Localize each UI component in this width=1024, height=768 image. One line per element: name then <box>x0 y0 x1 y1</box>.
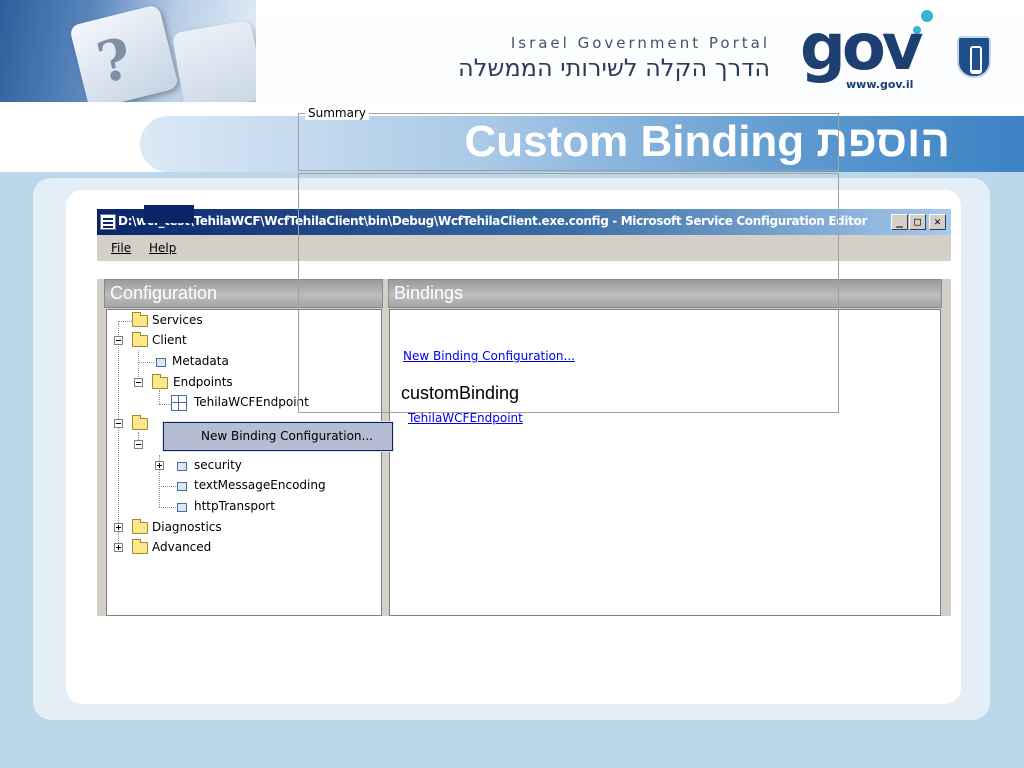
portal-name-english: Israel Government Portal <box>510 34 770 52</box>
context-menu-new-binding-configuration[interactable]: New Binding Configuration... <box>201 429 373 443</box>
portal-banner: ? Israel Government Portal הדרך הקלה לשי… <box>0 0 1024 104</box>
tehila-endpoint-link[interactable]: TehilaWCFEndpoint <box>408 411 523 425</box>
custom-binding-title: customBinding <box>401 383 520 403</box>
maximize-button[interactable]: □ <box>909 214 926 230</box>
menu-file[interactable]: File <box>111 241 131 255</box>
folder-icon <box>152 374 168 389</box>
tree-item-endpoints[interactable]: Endpoints <box>134 374 254 392</box>
open-folder-icon <box>132 415 148 430</box>
app-icon[interactable] <box>100 214 116 230</box>
expand-icon[interactable] <box>114 523 123 532</box>
tree-item-diagnostics[interactable]: Diagnostics <box>114 519 234 537</box>
folder-icon <box>132 332 148 347</box>
menu-help[interactable]: Help <box>149 241 176 255</box>
tree-item-text-message-encoding[interactable]: textMessageEncoding <box>155 477 326 495</box>
folder-icon <box>132 539 148 554</box>
tree-item-security[interactable]: security <box>155 457 275 475</box>
state-emblem-icon <box>957 36 991 78</box>
collapse-icon[interactable] <box>114 419 123 428</box>
tree-item-custom-binding[interactable] <box>134 436 164 454</box>
bindings-selection <box>144 205 194 223</box>
expand-icon[interactable] <box>114 543 123 552</box>
config-node-icon <box>156 358 166 367</box>
folder-icon <box>132 312 148 327</box>
endpoint-icon <box>171 395 187 411</box>
config-node-icon <box>177 482 187 491</box>
config-node-icon <box>177 462 187 471</box>
portal-slogan: Israel Government Portal הדרך הקלה לשירו… <box>458 34 770 82</box>
expand-icon[interactable] <box>155 461 164 470</box>
configuration-header-label: Configuration <box>110 283 218 303</box>
gov-logo-word: gov <box>800 11 923 85</box>
gov-logo: gov www.gov.il <box>798 10 938 96</box>
collapse-icon[interactable] <box>114 336 123 345</box>
custom-binding-section <box>298 173 839 413</box>
collapse-icon[interactable] <box>134 440 143 449</box>
tree-item-metadata[interactable]: Metadata <box>134 353 254 371</box>
context-menu: New Binding Configuration... <box>162 421 394 452</box>
tree-item-tehila-endpoint[interactable]: TehilaWCFEndpoint <box>171 394 311 412</box>
close-button[interactable]: ✕ <box>929 214 946 230</box>
question-keyboard-image: ? <box>0 0 256 102</box>
summary-group <box>298 113 839 171</box>
folder-icon <box>132 519 148 534</box>
summary-label: Summary <box>305 106 369 120</box>
tree-item-services[interactable]: Services <box>114 312 234 330</box>
tree-item-http-transport[interactable]: httpTransport <box>155 498 285 516</box>
minimize-button[interactable]: _ <box>891 214 908 230</box>
gov-logo-url: www.gov.il <box>846 78 914 91</box>
portal-name-hebrew: הדרך הקלה לשירותי הממשלה <box>458 54 770 82</box>
config-node-icon <box>177 503 187 512</box>
tree-item-client[interactable]: Client <box>114 332 234 350</box>
collapse-icon[interactable] <box>134 378 143 387</box>
tree-item-advanced[interactable]: Advanced <box>114 539 234 557</box>
